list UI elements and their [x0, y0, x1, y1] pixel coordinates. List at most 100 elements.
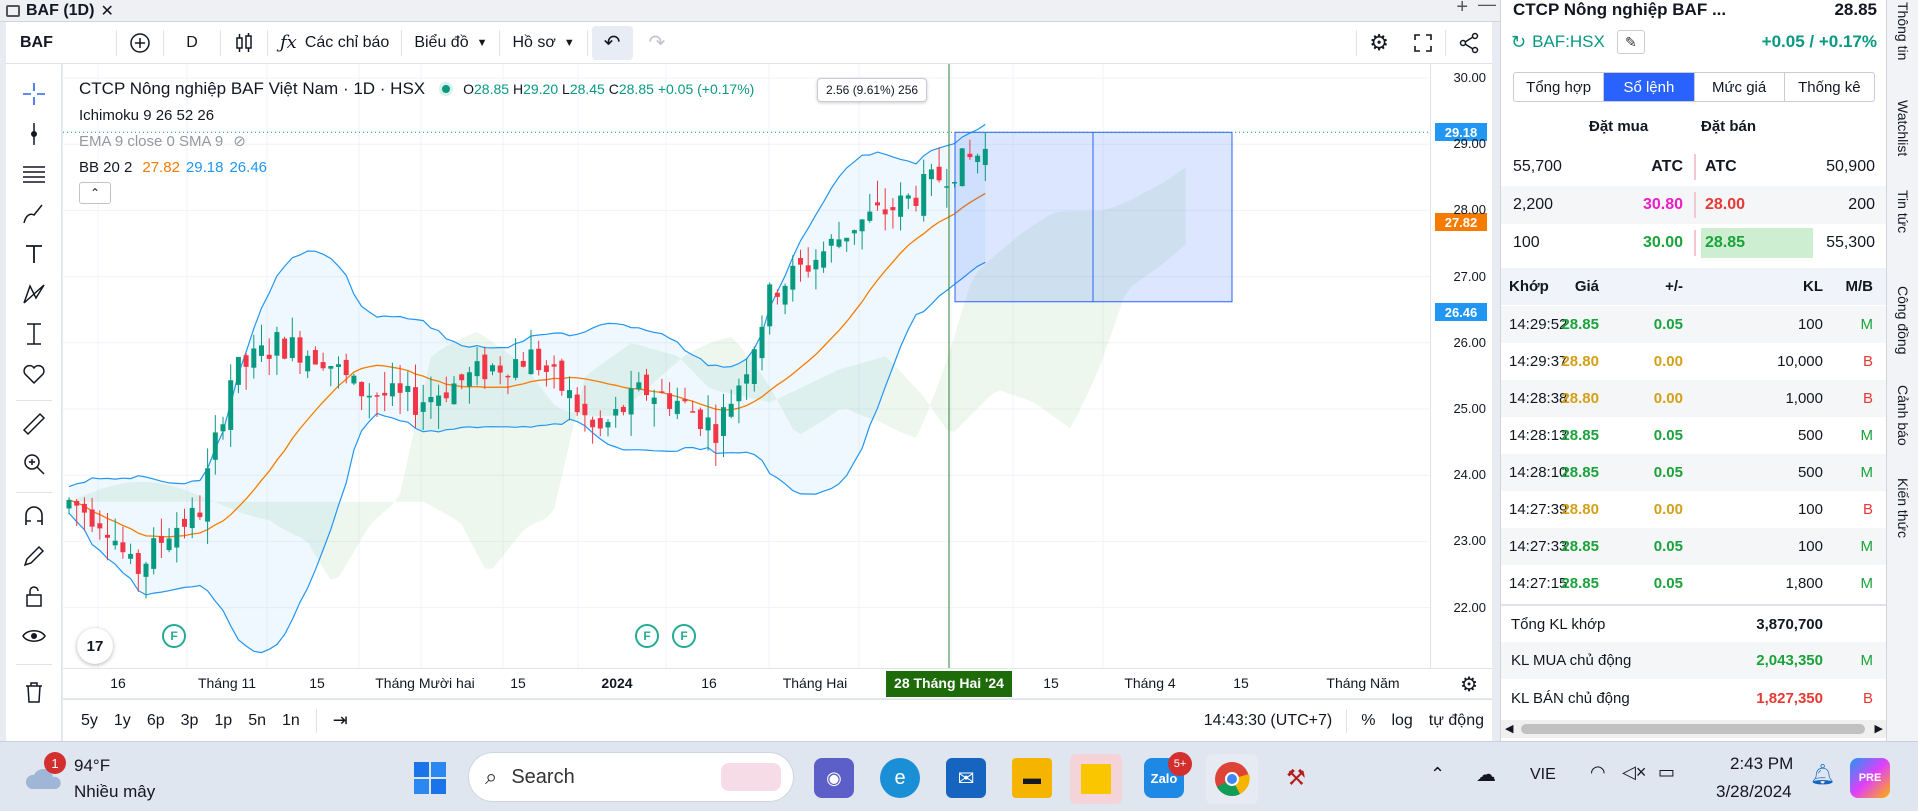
- start-button[interactable]: [412, 760, 448, 796]
- settings-button[interactable]: ⚙: [1357, 22, 1401, 64]
- cloud-offline-icon[interactable]: ☁: [1476, 762, 1496, 787]
- trade-row[interactable]: 14:27:33 28.85 0.05 100 M: [1501, 528, 1887, 565]
- undo-button[interactable]: ↶: [591, 25, 633, 60]
- percent-scale-button[interactable]: %: [1353, 712, 1383, 730]
- scroll-left-icon[interactable]: ◀: [1505, 722, 1513, 735]
- side-tab-knowledge[interactable]: Kiến thức: [1891, 466, 1915, 550]
- orderbook-row[interactable]: 100 30.00 28.85 55,300: [1501, 224, 1887, 262]
- side-tab-info[interactable]: Thông tin: [1891, 0, 1915, 62]
- interval-button[interactable]: D: [164, 22, 220, 64]
- price-axis[interactable]: 29.18 27.82 26.46 30.00 29.00 28.00 27.00 26…: [1430, 64, 1492, 668]
- edge-app[interactable]: e: [880, 758, 920, 798]
- favorite-tool[interactable]: [18, 358, 50, 390]
- zalo-app[interactable]: Zalo 5+: [1144, 752, 1192, 798]
- weather-widget[interactable]: 1: [22, 752, 66, 796]
- clock-date[interactable]: 3/28/2024: [1716, 782, 1792, 802]
- measure-range-tool[interactable]: [18, 318, 50, 350]
- collapse-legend-button[interactable]: ⌃: [79, 182, 111, 204]
- fib-tool[interactable]: [18, 158, 50, 190]
- volume-muted-icon[interactable]: ◁×: [1622, 762, 1646, 783]
- earnings-marker[interactable]: F: [162, 624, 186, 648]
- fullscreen-button[interactable]: [1401, 22, 1445, 64]
- tab-statistics[interactable]: Thống kê: [1785, 73, 1874, 101]
- ichimoku-legend[interactable]: Ichimoku 9 26 52 26: [79, 102, 754, 128]
- horizontal-scrollbar[interactable]: ◀ ▶: [1501, 720, 1887, 738]
- indicators-button[interactable]: ƒx Các chỉ báo: [268, 22, 401, 64]
- tools-app[interactable]: ⚒: [1276, 758, 1316, 798]
- compare-button[interactable]: [117, 22, 163, 64]
- minimize-icon[interactable]: —: [1478, 0, 1496, 15]
- teams-app[interactable]: ◉: [814, 758, 854, 798]
- tab-orderbook[interactable]: Sổ lệnh: [1604, 73, 1695, 101]
- sticky-app[interactable]: [1070, 754, 1122, 804]
- profile-button[interactable]: Hồ sơ ▼: [500, 22, 586, 64]
- language-indicator[interactable]: VIE: [1530, 766, 1556, 784]
- bb-legend[interactable]: BB 20 2 27.82 29.18 26.46: [79, 154, 754, 180]
- trade-row[interactable]: 14:28:10 28.85 0.05 500 M: [1501, 454, 1887, 491]
- ruler-tool[interactable]: [18, 408, 50, 440]
- hide-drawings-tool[interactable]: [18, 620, 50, 652]
- wifi-icon[interactable]: ◠: [1590, 762, 1606, 783]
- candles-button[interactable]: [221, 22, 267, 64]
- date-range-button[interactable]: ⇥: [325, 710, 356, 731]
- clock-time[interactable]: 2:43 PM: [1730, 754, 1793, 774]
- pattern-tool[interactable]: [18, 278, 50, 310]
- trendline-tool[interactable]: [18, 118, 50, 150]
- trade-row[interactable]: 14:29:37 28.80 0.00 10,000 B: [1501, 343, 1887, 380]
- tab-price-levels[interactable]: Mức giá: [1695, 73, 1785, 101]
- auto-scale-button[interactable]: tự động: [1421, 712, 1492, 730]
- symbol-label[interactable]: ↻ BAF:HSX ✎: [1511, 30, 1645, 54]
- range-button-5d[interactable]: 5n: [240, 712, 274, 730]
- tab-overview[interactable]: Tổng hợp: [1514, 73, 1605, 101]
- mail-app[interactable]: ✉: [946, 758, 986, 798]
- orderbook-row[interactable]: 55,700 ATC ATC 50,900: [1501, 148, 1887, 186]
- redo-button[interactable]: ↷: [637, 22, 678, 64]
- remove-drawings-tool[interactable]: [18, 676, 50, 708]
- tray-expand-icon[interactable]: ⌃: [1430, 764, 1445, 785]
- earnings-marker[interactable]: F: [635, 624, 659, 648]
- text-tool[interactable]: [18, 238, 50, 270]
- magnet-tool[interactable]: [18, 500, 50, 532]
- earnings-marker[interactable]: F: [672, 624, 696, 648]
- chart-pane[interactable]: CTCP Nông nghiệp BAF Việt Nam · 1D · HSX…: [63, 64, 1430, 668]
- chrome-app[interactable]: [1206, 754, 1258, 804]
- axis-settings-icon[interactable]: ⚙: [1460, 672, 1478, 697]
- share-button[interactable]: [1446, 22, 1492, 64]
- range-button-5y[interactable]: 5y: [73, 712, 106, 730]
- trade-row[interactable]: 14:29:52 28.85 0.05 100 M: [1501, 306, 1887, 343]
- range-button-1y[interactable]: 1y: [106, 712, 139, 730]
- lock-tool[interactable]: [18, 580, 50, 612]
- chart-type-button[interactable]: Biểu đồ ▼: [402, 22, 499, 64]
- side-tab-watchlist[interactable]: Watchlist: [1891, 86, 1915, 170]
- log-scale-button[interactable]: log: [1383, 712, 1420, 730]
- side-tab-alerts[interactable]: Cảnh báo: [1891, 372, 1915, 458]
- notification-bell-icon[interactable]: 🔔︎: [1810, 762, 1835, 787]
- battery-icon[interactable]: ▭: [1658, 762, 1675, 783]
- range-button-3m[interactable]: 3p: [173, 712, 207, 730]
- crosshair-tool[interactable]: [18, 78, 50, 110]
- range-button-1m[interactable]: 1p: [206, 712, 240, 730]
- trade-row[interactable]: 14:28:13 28.85 0.05 500 M: [1501, 417, 1887, 454]
- scroll-thumb[interactable]: [1521, 724, 1865, 734]
- ema-legend[interactable]: EMA 9 close 0 SMA 9 ⊘: [79, 128, 754, 154]
- trade-row[interactable]: 14:27:39 28.80 0.00 100 B: [1501, 491, 1887, 528]
- symbol-search-button[interactable]: BAF: [6, 22, 116, 64]
- brush-tool[interactable]: [18, 198, 50, 230]
- hidden-eye-icon[interactable]: ⊘: [233, 132, 246, 150]
- range-button-6m[interactable]: 6p: [139, 712, 173, 730]
- close-tab-icon[interactable]: ✕: [100, 1, 113, 21]
- trade-row[interactable]: 14:27:15 28.85 0.05 1,800 M: [1501, 565, 1887, 602]
- time-axis[interactable]: 28 Tháng Hai '24 ⚙ 16 Tháng 11 15 Tháng Mườ…: [63, 668, 1492, 698]
- side-tab-news[interactable]: Tin tức: [1891, 180, 1915, 244]
- orderbook-row[interactable]: 2,200 30.80 28.00 200: [1501, 186, 1887, 224]
- trade-row[interactable]: 14:28:38 28.80 0.00 1,000 B: [1501, 380, 1887, 417]
- taskbar-search[interactable]: ⌕ Search: [468, 752, 794, 802]
- side-tab-community[interactable]: Công đồng: [1891, 270, 1915, 370]
- range-button-1d[interactable]: 1n: [274, 712, 308, 730]
- zoom-tool[interactable]: [18, 448, 50, 480]
- copilot-app[interactable]: PRE: [1850, 758, 1890, 798]
- chart-tab[interactable]: BAF (1D) ✕: [6, 0, 114, 22]
- scroll-right-icon[interactable]: ▶: [1875, 722, 1883, 735]
- add-tab-icon[interactable]: +: [1456, 0, 1468, 19]
- file-explorer-app[interactable]: ▬: [1012, 758, 1052, 798]
